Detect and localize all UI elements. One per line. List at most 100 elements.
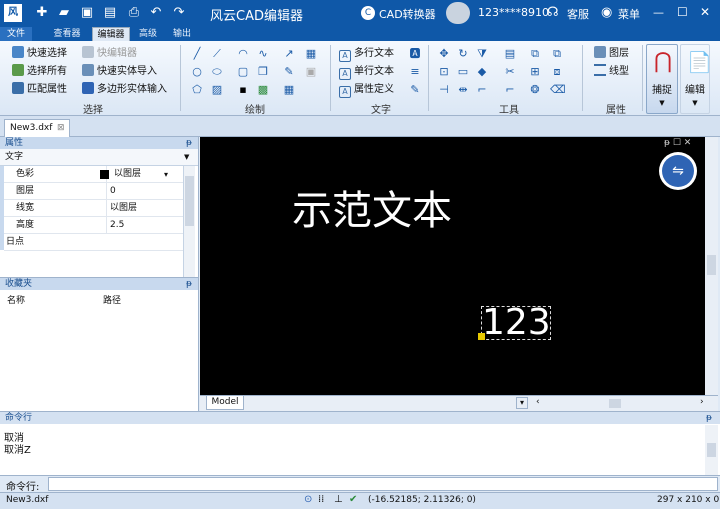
move-icon[interactable]: ✥: [437, 47, 451, 61]
ellipse-icon[interactable]: ⬭: [210, 65, 224, 79]
property-row[interactable]: 图层 0: [4, 183, 183, 200]
demo-text-entity[interactable]: 示范文本: [292, 187, 452, 235]
text-style-icon[interactable]: 🅰: [408, 47, 422, 61]
snap-toggle-icon[interactable]: ⊙: [304, 494, 312, 505]
join-icon[interactable]: ⇹: [456, 83, 470, 97]
pin-icon[interactable]: ᵽ: [186, 278, 192, 290]
grid-toggle-icon[interactable]: ⁞⁞: [318, 494, 324, 505]
rotate-icon[interactable]: ↻: [456, 47, 470, 61]
snap-button[interactable]: ⋂ 捕捉 ▼: [646, 44, 678, 114]
select-all-button[interactable]: 选择所有: [12, 63, 67, 80]
trim-icon[interactable]: ✂: [503, 65, 517, 79]
property-value[interactable]: 以图层: [114, 166, 141, 183]
col-name[interactable]: 名称: [7, 293, 25, 306]
pin-icon[interactable]: ᵽ: [186, 137, 192, 149]
property-row[interactable]: 色彩 以图层 ▾: [4, 166, 183, 183]
save-icon[interactable]: ▣: [79, 5, 95, 21]
arc-icon[interactable]: ◠: [236, 47, 250, 61]
chamfer-icon[interactable]: ⌐: [503, 83, 517, 97]
match-props-button[interactable]: 匹配属性: [12, 81, 67, 98]
stretch-icon[interactable]: ▭: [456, 65, 470, 79]
save-as-icon[interactable]: ▤: [102, 5, 118, 21]
edit-button[interactable]: 📄 编辑 ▼: [680, 44, 712, 114]
scroll-thumb[interactable]: [707, 255, 716, 275]
cad-converter-link[interactable]: CAD转换器: [379, 6, 436, 22]
drawing-canvas[interactable]: 示范文本 123 ⇋ ᵽ ☐ ✕: [200, 137, 705, 395]
polygon-entity-input-button[interactable]: 多边形实体输入: [82, 81, 167, 98]
mtext-button[interactable]: A 多行文本: [339, 45, 394, 62]
open-folder-icon[interactable]: ▰: [56, 5, 72, 21]
scroll-left-icon[interactable]: ‹: [536, 397, 540, 407]
property-row[interactable]: 线宽 以图层: [4, 200, 183, 217]
scroll-right-icon[interactable]: ›: [700, 397, 704, 407]
lineweight-toggle-icon[interactable]: ✔: [349, 494, 357, 505]
scroll-thumb[interactable]: [707, 443, 716, 457]
text-format-icon[interactable]: ≡: [408, 65, 422, 79]
command-input[interactable]: [48, 477, 718, 491]
copy-object-icon[interactable]: ❐: [256, 65, 270, 79]
ortho-toggle-icon[interactable]: ⊥: [334, 494, 343, 505]
canvas-hscroll[interactable]: Model ▾ ‹ ›: [200, 395, 718, 411]
scale-icon[interactable]: ⊡: [437, 65, 451, 79]
pin-icon[interactable]: ᵽ: [706, 412, 712, 424]
grip-handle[interactable]: [478, 333, 485, 340]
properties-scrollbar[interactable]: [183, 166, 195, 288]
number-text-entity[interactable]: 123: [482, 303, 551, 343]
quick-entity-import-button[interactable]: 快速实体导入: [82, 63, 157, 80]
service-link[interactable]: 客服: [567, 6, 589, 22]
erase-icon[interactable]: ⌫: [550, 83, 566, 97]
fillet-icon[interactable]: ⌐: [475, 83, 489, 97]
pen-icon[interactable]: ✎: [282, 65, 296, 79]
copy-icon[interactable]: ⧉: [550, 47, 564, 61]
tab-advanced[interactable]: 高级: [134, 27, 162, 41]
chevron-down-icon[interactable]: ▾: [516, 397, 528, 409]
menu-button[interactable]: 菜单: [618, 6, 640, 22]
tab-editor[interactable]: 编辑器: [92, 27, 130, 41]
model-tab[interactable]: Model: [206, 396, 244, 410]
point-icon[interactable]: ▪: [236, 83, 250, 97]
new-file-icon[interactable]: ✚: [34, 5, 50, 21]
table-icon[interactable]: ▦: [282, 83, 296, 97]
user-id[interactable]: 123****8910: [478, 6, 549, 19]
polyline-icon[interactable]: ⟋: [210, 47, 224, 61]
circle-icon[interactable]: ○: [190, 65, 204, 79]
converter-icon[interactable]: C: [361, 6, 375, 20]
headset-icon[interactable]: ☊: [547, 5, 559, 20]
convert-badge[interactable]: ⇋: [659, 152, 697, 190]
chevron-down-icon[interactable]: ▾: [164, 166, 168, 183]
property-value[interactable]: 0: [110, 183, 116, 200]
quick-select-button[interactable]: 快速选择: [12, 45, 67, 62]
redo-icon[interactable]: ↷: [171, 5, 187, 21]
tab-output[interactable]: 输出: [168, 27, 196, 41]
entity-type-select[interactable]: 文字 ▼: [0, 149, 198, 166]
array-icon[interactable]: ▤: [503, 47, 517, 61]
line-icon[interactable]: ╱: [190, 47, 204, 61]
close-tab-icon[interactable]: ⊠: [57, 120, 65, 136]
insert-block-icon[interactable]: ▦: [304, 47, 318, 61]
image-icon[interactable]: ▩: [256, 83, 270, 97]
linetype-button[interactable]: 线型: [594, 63, 629, 80]
avatar[interactable]: [446, 2, 470, 24]
property-section-header[interactable]: 日点: [4, 234, 183, 251]
tab-viewer[interactable]: 查看器: [48, 27, 86, 41]
close-button[interactable]: ✕: [700, 5, 710, 19]
extend-icon[interactable]: ⊞: [528, 65, 542, 79]
polygon-draw-icon[interactable]: ⬠: [190, 83, 204, 97]
group-icon[interactable]: ⧈: [550, 65, 564, 79]
maximize-button[interactable]: ☐: [677, 5, 688, 19]
attdef-button[interactable]: A 属性定义: [339, 81, 394, 98]
stext-button[interactable]: A 单行文本: [339, 63, 394, 80]
scroll-thumb[interactable]: [609, 399, 621, 408]
mirror-icon[interactable]: ⧩: [475, 47, 489, 61]
break-icon[interactable]: ⊣: [437, 83, 451, 97]
canvas-vscroll[interactable]: [705, 137, 718, 395]
explode-icon[interactable]: ❂: [528, 83, 542, 97]
property-value[interactable]: 2.5: [110, 217, 124, 234]
viewport-controls-icon[interactable]: ᵽ ☐ ✕: [664, 138, 691, 148]
layer-button[interactable]: 图层: [594, 45, 629, 62]
spline-icon[interactable]: ∿: [256, 47, 270, 61]
minimize-button[interactable]: —: [653, 6, 664, 19]
quick-editor-button[interactable]: 快编辑器: [82, 45, 137, 62]
ray-icon[interactable]: ↗: [282, 47, 296, 61]
scroll-thumb[interactable]: [185, 176, 194, 226]
